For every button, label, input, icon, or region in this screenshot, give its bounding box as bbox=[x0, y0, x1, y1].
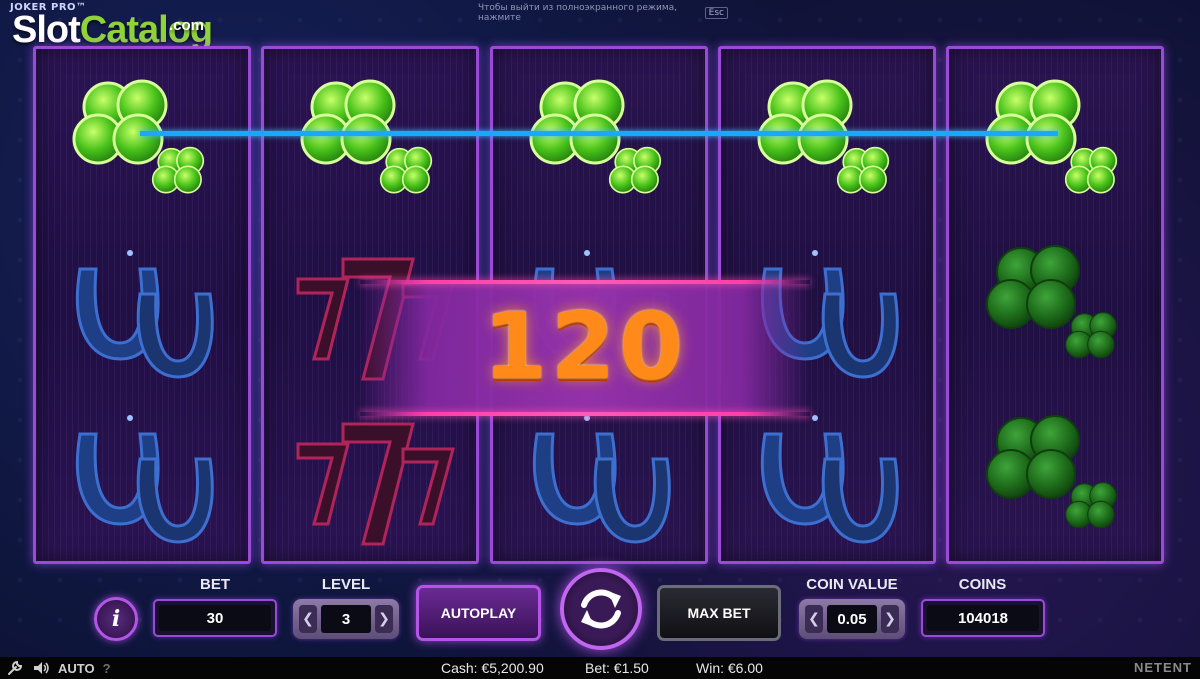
auto-toggle[interactable]: AUTO bbox=[58, 661, 95, 676]
coins-value: 104018 bbox=[927, 605, 1039, 631]
watermark-slot: Slot bbox=[12, 9, 81, 51]
level-stepper: ❮ 3 ❯ bbox=[293, 599, 399, 639]
bet-field: 30 bbox=[153, 599, 277, 637]
esc-key-hint: Esc bbox=[704, 6, 728, 19]
status-bar: AUTO ? Cash: €5,200.90 Bet: €1.50 Win: €… bbox=[0, 657, 1200, 679]
win-amount: 120 bbox=[482, 293, 688, 400]
horseshoe-icon bbox=[517, 404, 687, 554]
slotcatalog-watermark: SlotCatalog .com bbox=[12, 9, 213, 51]
four-leaf-clover-icon bbox=[60, 69, 230, 219]
four-leaf-clover-icon bbox=[517, 69, 687, 219]
fullscreen-notice-text: Чтобы выйти из полноэкранного режима, на… bbox=[478, 2, 678, 23]
horseshoe-icon bbox=[60, 239, 230, 389]
coins-field: 104018 bbox=[921, 599, 1045, 637]
bet-display: Bet: €1.50 bbox=[585, 660, 649, 676]
horseshoe-icon bbox=[60, 404, 230, 554]
bet-value: 30 bbox=[159, 605, 271, 631]
watermark-com: .com bbox=[169, 17, 205, 34]
fullscreen-notice: Чтобы выйти из полноэкранного режима, на… bbox=[478, 2, 728, 23]
status-bar-left: AUTO ? bbox=[6, 659, 111, 677]
four-leaf-clover-icon bbox=[973, 69, 1143, 219]
reel-5 bbox=[946, 46, 1164, 564]
bet-label: BET bbox=[200, 576, 230, 593]
coin-value-decrease-button[interactable]: ❮ bbox=[805, 605, 823, 633]
spin-arrows-icon bbox=[581, 589, 621, 629]
four-leaf-clover-icon bbox=[745, 69, 915, 219]
netent-logo: NETENT bbox=[1134, 660, 1192, 675]
help-button[interactable]: ? bbox=[103, 661, 111, 676]
coin-value-stepper: ❮ 0.05 ❯ bbox=[799, 599, 905, 639]
cash-display: Cash: €5,200.90 bbox=[441, 660, 544, 676]
four-leaf-clover-icon bbox=[973, 404, 1143, 554]
level-increase-button[interactable]: ❯ bbox=[375, 605, 393, 633]
level-label: LEVEL bbox=[321, 576, 371, 593]
max-bet-button[interactable]: MAX BET bbox=[657, 585, 781, 641]
win-banner: 120 bbox=[360, 280, 810, 416]
coin-value-label: COIN VALUE bbox=[806, 576, 898, 593]
four-leaf-clover-icon bbox=[973, 234, 1143, 384]
reel-1 bbox=[33, 46, 251, 564]
win-payline bbox=[140, 131, 1058, 136]
horseshoe-icon bbox=[745, 404, 915, 554]
autoplay-button[interactable]: AUTOPLAY bbox=[416, 585, 541, 641]
seven-icon bbox=[288, 404, 458, 554]
info-button[interactable]: i bbox=[94, 597, 138, 641]
coin-value: 0.05 bbox=[827, 605, 877, 633]
slot-game-screen: JOKER PRO™ SlotCatalog .com Чтобы выйти … bbox=[0, 0, 1200, 679]
spin-button[interactable] bbox=[560, 568, 642, 650]
coin-value-increase-button[interactable]: ❯ bbox=[881, 605, 899, 633]
sound-icon[interactable] bbox=[32, 659, 50, 677]
four-leaf-clover-icon bbox=[288, 69, 458, 219]
level-decrease-button[interactable]: ❮ bbox=[299, 605, 317, 633]
win-display: Win: €6.00 bbox=[696, 660, 763, 676]
level-value: 3 bbox=[321, 605, 371, 633]
coins-label: COINS bbox=[958, 576, 1007, 593]
settings-wrench-icon[interactable] bbox=[6, 659, 24, 677]
